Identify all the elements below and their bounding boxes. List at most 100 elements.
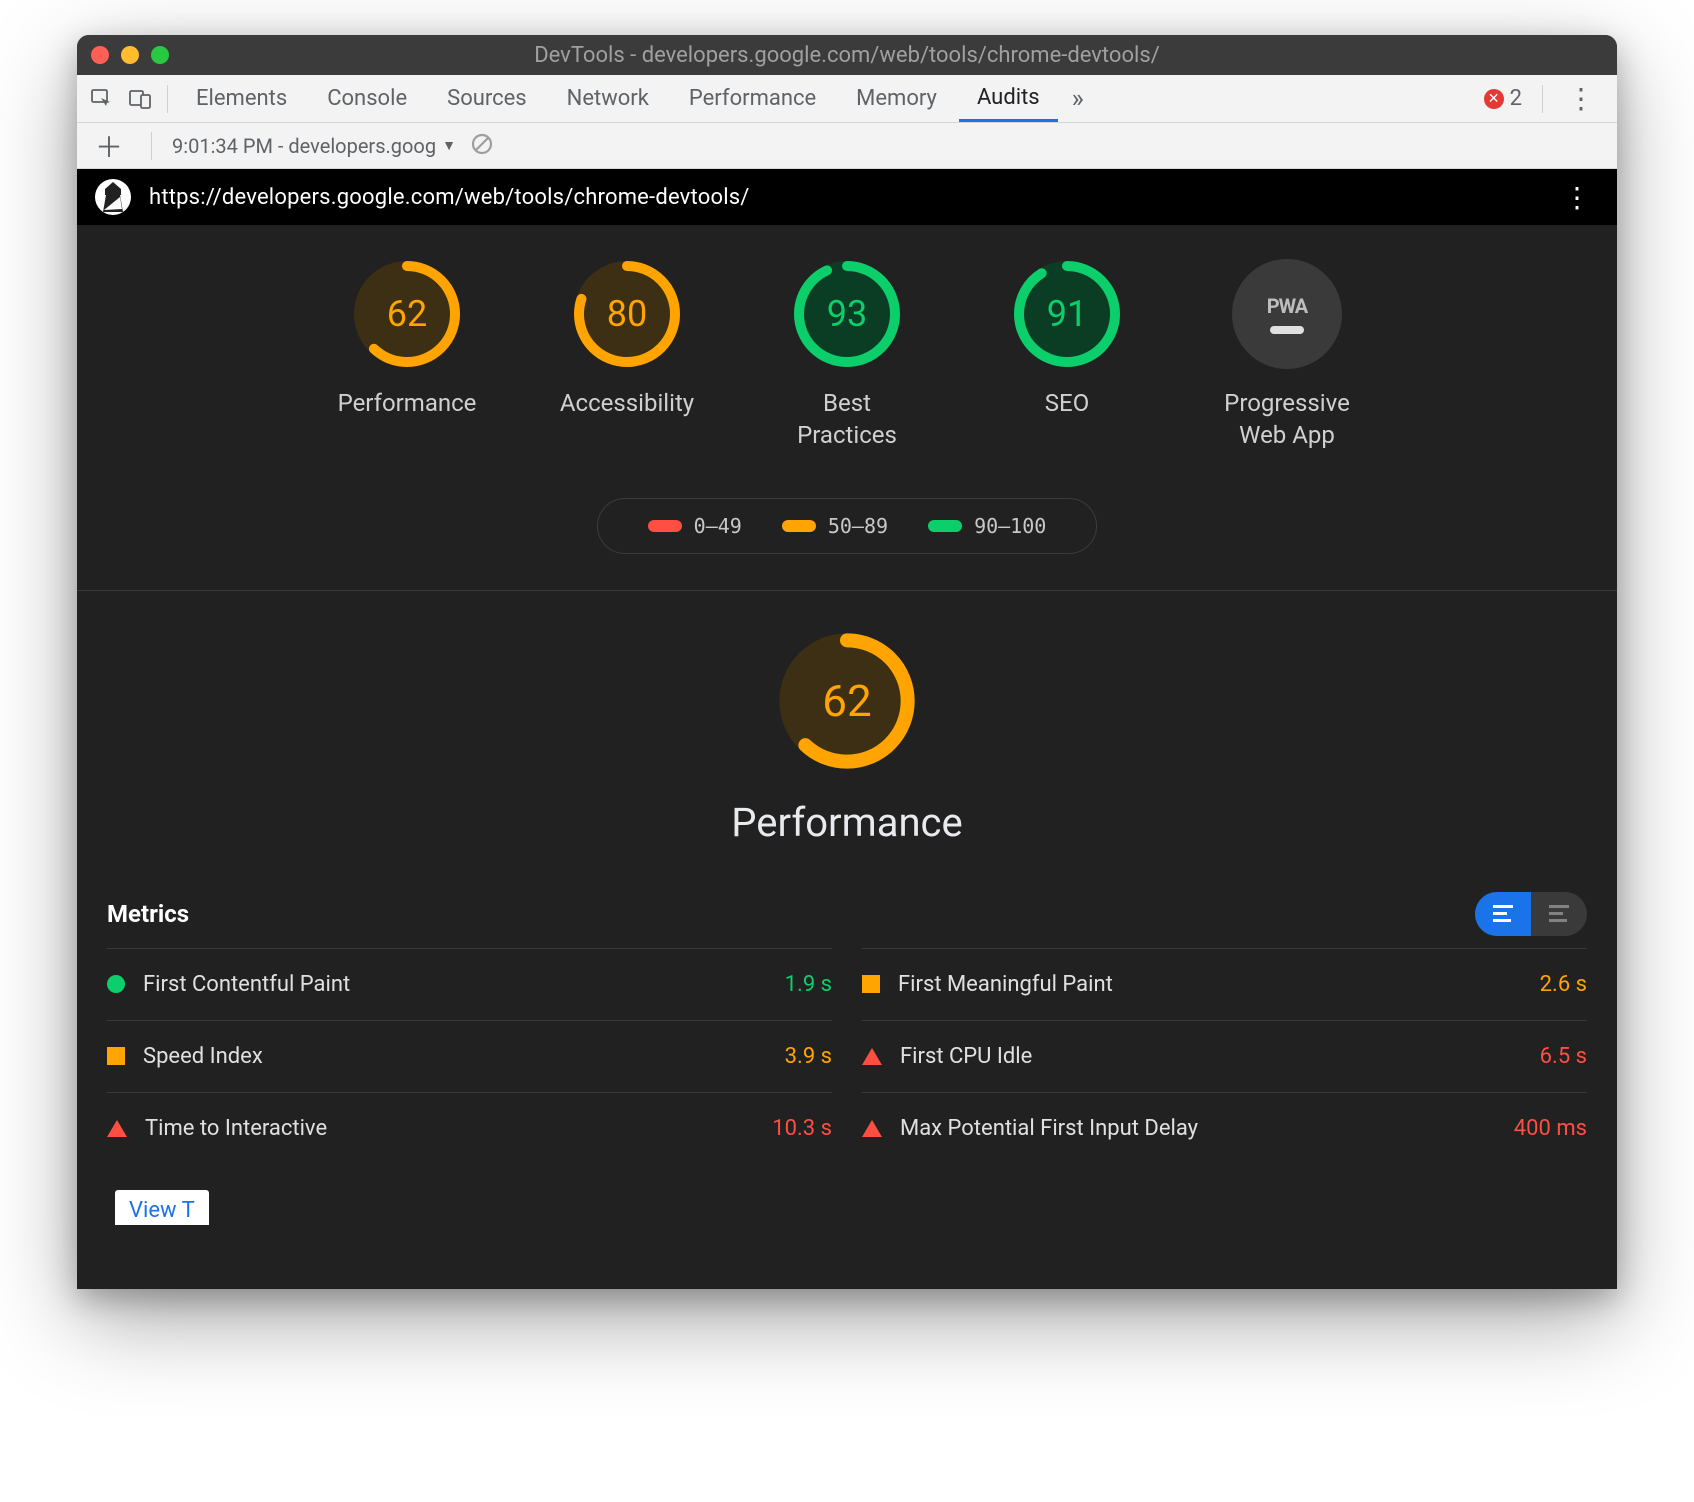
metric-value: 2.6 s (1540, 972, 1587, 997)
report-menu-icon[interactable]: ⋮ (1555, 181, 1599, 214)
legend-pill-red (648, 520, 682, 532)
titlebar: DevTools - developers.google.com/web/too… (77, 35, 1617, 75)
view-trace-label: View T (129, 1198, 195, 1223)
gauge-ring: 80 (572, 259, 682, 369)
gauge-score: 80 (572, 259, 682, 369)
report-selector[interactable]: 9:01:34 PM - developers.goog ▼ (172, 134, 456, 158)
minimize-window-icon[interactable] (121, 46, 139, 64)
metrics-section: Metrics First Contentful Paint 1.9 s Spe… (77, 876, 1617, 1289)
pwa-icon: PWA (1267, 294, 1307, 318)
metric-value: 1.9 s (785, 972, 832, 997)
tab-label: Sources (447, 86, 527, 111)
tab-audits[interactable]: Audits (959, 76, 1058, 122)
legend-pill-green (928, 520, 962, 532)
score-legend: 0–49 50–89 90–100 (597, 498, 1097, 554)
error-icon: ✕ (1484, 89, 1504, 109)
legend-fail: 0–49 (648, 514, 742, 538)
metric-row[interactable]: Speed Index 3.9 s (107, 1020, 832, 1092)
audited-url: https://developers.google.com/web/tools/… (149, 185, 750, 210)
divider (1542, 85, 1543, 113)
error-counter[interactable]: ✕ 2 (1474, 86, 1532, 111)
metric-value: 3.9 s (785, 1044, 832, 1069)
lighthouse-report: 62 Performance 80 Accessibility 93 BestP… (77, 225, 1617, 1289)
metrics-view-toggle (1475, 892, 1587, 936)
tab-network[interactable]: Network (549, 76, 667, 122)
pwa-badge: PWA (1232, 259, 1342, 369)
fail-icon (107, 1120, 127, 1137)
gauge-seo[interactable]: 91 SEO (982, 259, 1152, 452)
pass-icon (107, 975, 125, 993)
lighthouse-icon (95, 179, 131, 215)
gauge-performance[interactable]: 62 Performance (322, 259, 492, 452)
tab-label: Network (567, 86, 649, 111)
more-tabs-icon[interactable]: » (1062, 84, 1094, 114)
gauge-score: 93 (792, 259, 902, 369)
tab-performance[interactable]: Performance (671, 76, 834, 122)
close-window-icon[interactable] (91, 46, 109, 64)
gauge-pwa[interactable]: PWA Progressive Web App (1202, 259, 1372, 452)
score-gauges: 62 Performance 80 Accessibility 93 BestP… (77, 225, 1617, 474)
metric-name: Time to Interactive (145, 1116, 754, 1141)
metric-name: First Meaningful Paint (898, 972, 1522, 997)
tab-label: Memory (856, 86, 937, 111)
metric-value: 10.3 s (772, 1116, 832, 1141)
gauge-label: SEO (1045, 387, 1089, 419)
metrics-grid: First Contentful Paint 1.9 s Speed Index… (107, 948, 1587, 1164)
view-expanded-button[interactable] (1531, 892, 1587, 936)
clear-icon[interactable] (470, 132, 494, 160)
metric-row[interactable]: Time to Interactive 10.3 s (107, 1092, 832, 1164)
average-icon (107, 1047, 125, 1065)
devtools-settings-icon[interactable]: ⋮ (1553, 82, 1609, 115)
legend-pass: 90–100 (928, 514, 1046, 538)
tab-sources[interactable]: Sources (429, 76, 545, 122)
legend-average: 50–89 (782, 514, 888, 538)
window-title: DevTools - developers.google.com/web/too… (77, 43, 1617, 68)
gauge-label: Progressive Web App (1224, 387, 1350, 452)
view-trace-button[interactable]: View T (115, 1190, 209, 1225)
gauge-score: 62 (352, 259, 462, 369)
metric-row[interactable]: First CPU Idle 6.5 s (862, 1020, 1587, 1092)
metric-name: First CPU Idle (900, 1044, 1522, 1069)
gauge-ring: 91 (1012, 259, 1122, 369)
average-icon (862, 975, 880, 993)
gauge-accessibility[interactable]: 80 Accessibility (542, 259, 712, 452)
gauge-label: Accessibility (560, 387, 694, 419)
gauge-best-practices[interactable]: 93 BestPractices (762, 259, 932, 452)
view-compact-button[interactable] (1475, 892, 1531, 936)
devtools-tab-row: Elements Console Sources Network Perform… (77, 75, 1617, 123)
inspect-element-icon[interactable] (85, 82, 119, 116)
tab-label: Console (327, 86, 407, 111)
pwa-bar-icon (1270, 326, 1304, 334)
audits-toolbar: ＋ 9:01:34 PM - developers.goog ▼ (77, 123, 1617, 169)
tab-label: Elements (196, 86, 287, 111)
tab-label: Audits (977, 85, 1040, 110)
metric-row[interactable]: Max Potential First Input Delay 400 ms (862, 1092, 1587, 1164)
metric-row[interactable]: First Contentful Paint 1.9 s (107, 948, 832, 1020)
chevron-down-icon: ▼ (442, 137, 456, 154)
metric-value: 6.5 s (1540, 1044, 1587, 1069)
metric-row[interactable]: First Meaningful Paint 2.6 s (862, 948, 1587, 1020)
divider (151, 132, 152, 160)
tab-label: Performance (689, 86, 816, 111)
metric-value: 400 ms (1514, 1116, 1587, 1141)
new-audit-icon[interactable]: ＋ (87, 126, 131, 166)
metric-name: First Contentful Paint (143, 972, 767, 997)
gauge-ring: 62 (352, 259, 462, 369)
zoom-window-icon[interactable] (151, 46, 169, 64)
category-title: Performance (77, 799, 1617, 846)
report-selector-label: 9:01:34 PM - developers.goog (172, 134, 436, 158)
window-controls (91, 46, 169, 64)
category-gauge: 62 (777, 631, 917, 771)
error-count: 2 (1510, 86, 1522, 111)
category-header: 62 Performance (77, 591, 1617, 876)
tab-console[interactable]: Console (309, 76, 425, 122)
tab-memory[interactable]: Memory (838, 76, 955, 122)
gauge-score: 91 (1012, 259, 1122, 369)
metrics-heading: Metrics (107, 900, 189, 928)
fail-icon (862, 1120, 882, 1137)
devtools-window: DevTools - developers.google.com/web/too… (77, 35, 1617, 1289)
fail-icon (862, 1048, 882, 1065)
tab-elements[interactable]: Elements (178, 76, 305, 122)
gauge-label: Performance (338, 387, 477, 419)
device-toolbar-icon[interactable] (123, 82, 157, 116)
